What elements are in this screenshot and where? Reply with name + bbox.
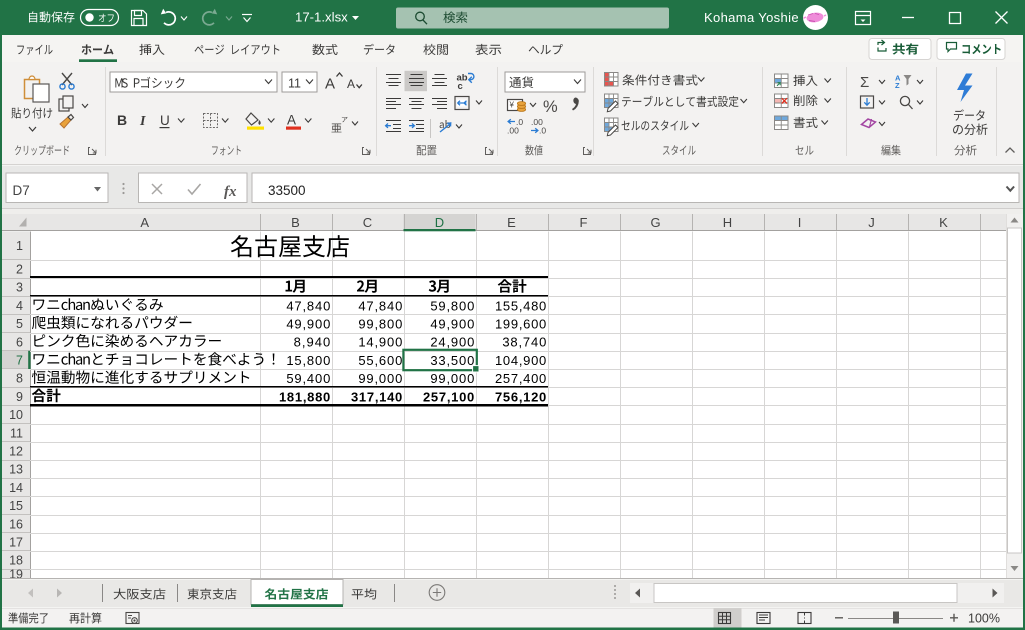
svg-text:A: A [140,215,149,230]
svg-text:A: A [325,76,335,93]
svg-text:49,900: 49,900 [430,317,474,332]
svg-text:33500: 33500 [268,183,306,198]
svg-text:47,840: 47,840 [286,298,330,313]
svg-text:99,000: 99,000 [430,371,474,386]
svg-text:257,100: 257,100 [423,389,474,404]
svg-text:16: 16 [9,517,23,531]
svg-text:47,840: 47,840 [358,298,402,313]
svg-text:Σ: Σ [860,74,869,91]
svg-text:59,800: 59,800 [430,298,474,313]
svg-text:1: 1 [16,239,23,253]
svg-text:D: D [435,215,444,230]
svg-text:A: A [287,113,296,128]
svg-text:.0: .0 [539,126,546,136]
svg-text:.00: .00 [507,126,519,136]
svg-text:17: 17 [9,536,23,550]
svg-text:K: K [939,215,948,230]
svg-text:38,740: 38,740 [502,335,546,350]
svg-text:15: 15 [9,499,23,513]
svg-text:B: B [117,112,127,128]
svg-text:2: 2 [16,263,23,277]
svg-text:19: 19 [9,567,23,581]
svg-text:G: G [650,215,660,230]
svg-text:756,120: 756,120 [495,389,546,404]
svg-text:15,800: 15,800 [286,353,330,368]
svg-text:D7: D7 [13,183,30,198]
svg-text:J: J [868,215,875,230]
svg-text:5: 5 [16,317,23,331]
svg-text:317,140: 317,140 [351,389,402,404]
svg-text:99,800: 99,800 [358,317,402,332]
svg-text:fx: fx [224,184,237,200]
svg-text:155,480: 155,480 [495,298,546,313]
svg-text:18: 18 [9,554,23,568]
svg-text:55,600: 55,600 [358,353,402,368]
svg-text:c: c [458,81,463,92]
svg-text:14,900: 14,900 [358,335,402,350]
svg-text:I: I [139,114,146,129]
svg-text:4: 4 [16,299,23,313]
svg-text:I: I [798,215,802,230]
svg-text:257,400: 257,400 [495,371,546,386]
svg-text:100%: 100% [968,612,1000,626]
svg-text:8: 8 [16,372,23,386]
svg-text:99,000: 99,000 [358,371,402,386]
svg-text:59,400: 59,400 [286,371,330,386]
svg-text:E: E [507,215,516,230]
svg-text:17-1.xlsx: 17-1.xlsx [295,10,348,25]
svg-text:F: F [580,215,588,230]
svg-text:24,900: 24,900 [430,335,474,350]
svg-text:%: % [543,98,558,116]
svg-text:H: H [723,215,732,230]
svg-text:6: 6 [16,335,23,349]
svg-text:B: B [291,215,300,230]
svg-text:U: U [160,113,170,128]
svg-text:199,600: 199,600 [495,317,546,332]
svg-text:Kohama Yoshie: Kohama Yoshie [704,10,799,25]
svg-text:7: 7 [16,354,23,368]
svg-text:8,940: 8,940 [294,335,331,350]
svg-text:13: 13 [9,463,23,477]
svg-text:9: 9 [16,390,23,404]
svg-text:12: 12 [9,445,23,459]
svg-text:11: 11 [10,426,23,440]
svg-text:10: 10 [9,408,23,422]
svg-text:Z: Z [895,81,900,90]
svg-text:104,900: 104,900 [495,353,546,368]
svg-text:11: 11 [288,77,301,91]
svg-text:3: 3 [16,281,23,295]
svg-text:C: C [363,215,372,230]
svg-text:A: A [347,77,355,91]
svg-text:33,500: 33,500 [430,353,474,368]
svg-text:181,880: 181,880 [279,389,330,404]
svg-text:¥: ¥ [509,101,515,110]
svg-text:49,900: 49,900 [286,317,330,332]
svg-text:14: 14 [9,481,23,495]
